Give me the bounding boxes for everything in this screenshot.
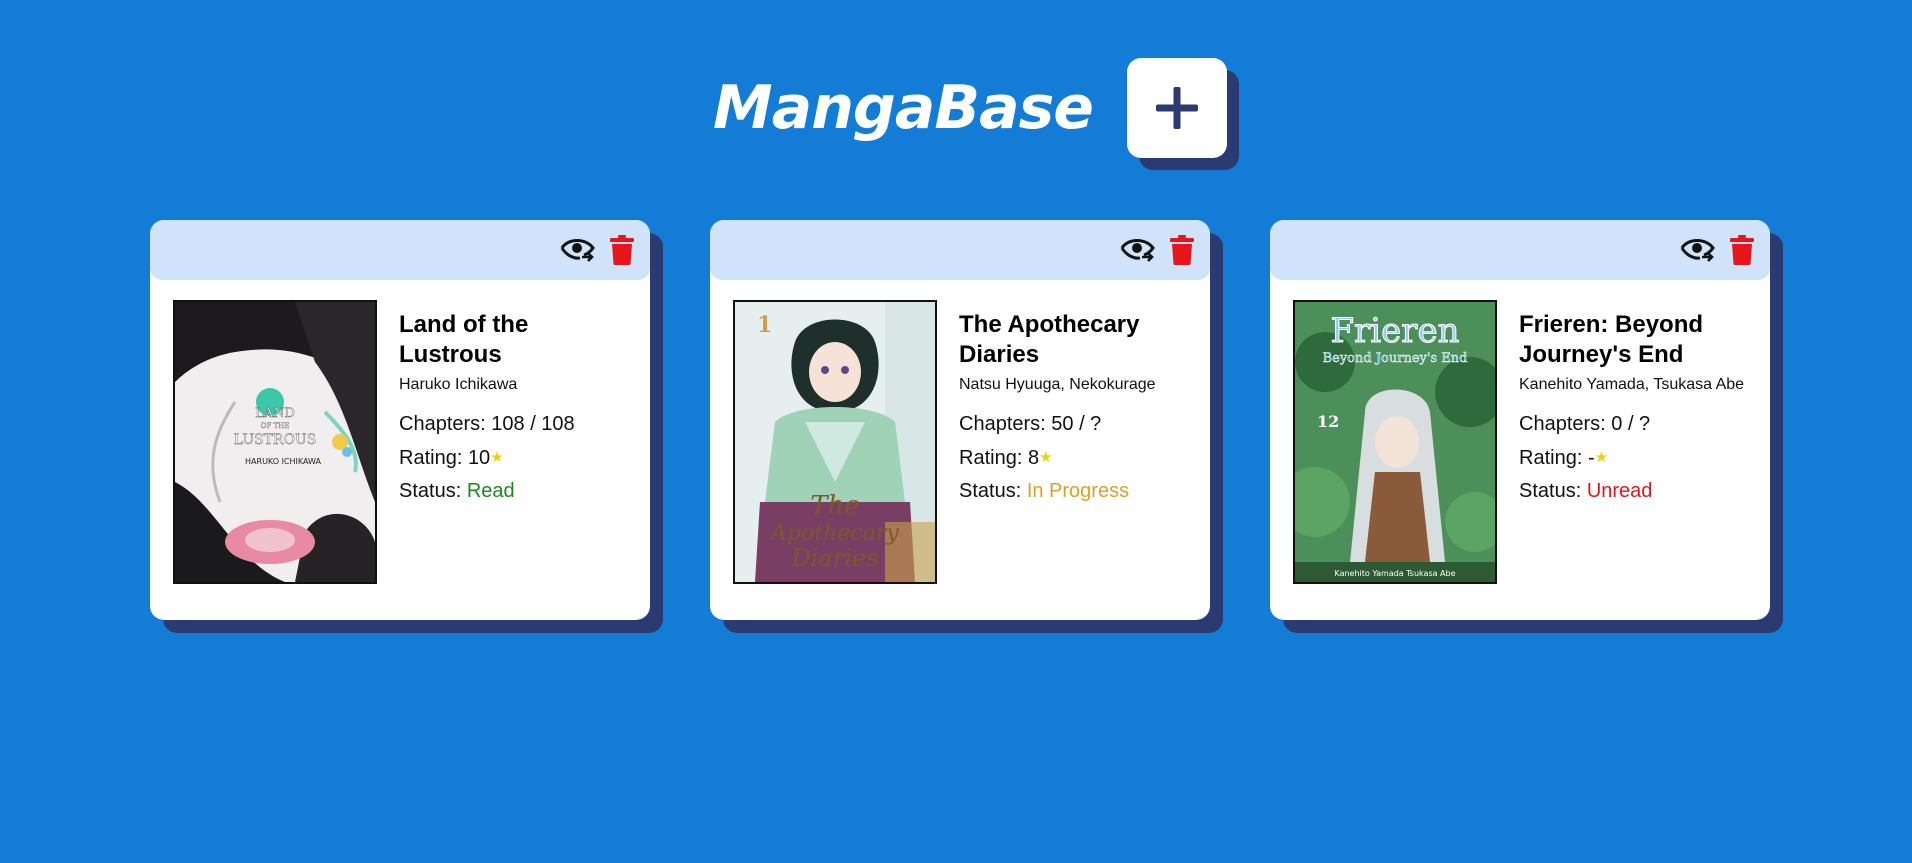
plus-icon [1155,87,1198,129]
card-toolbar [150,220,650,280]
view-button[interactable] [560,235,596,265]
cover-volume-text: 1 [757,312,772,338]
cover-image: LAND OF THE LUSTROUS HARUKO ICHIKAWA [173,300,377,584]
chapters-text: Chapters: 0 / ? [1519,413,1651,435]
manga-card: 1 The Apothecary Diaries The Apothecary … [710,220,1210,620]
svg-text:Diaries: Diaries [791,544,879,572]
svg-text:Apothecary: Apothecary [769,521,899,546]
delete-button[interactable] [1730,235,1754,265]
app-header: MangaBase [0,58,1912,158]
star-icon: ★ [490,449,504,466]
star-icon: ★ [1594,449,1609,466]
chapters-text: Chapters: 108 / 108 [399,413,575,435]
view-button[interactable] [1120,235,1156,265]
rating-text: Rating: 10★ [399,447,504,469]
delete-button[interactable] [610,235,634,265]
svg-text:The: The [810,491,859,521]
status-value: Read [466,480,515,502]
rating-text: Rating: 8★ [959,447,1053,469]
svg-text:Beyond Journey's End: Beyond Journey's End [1323,351,1468,366]
manga-title: Frieren: Beyond Journey's End [1519,311,1704,368]
manga-authors: Haruko Ichikawa [399,376,518,393]
manga-card: LAND OF THE LUSTROUS HARUKO ICHIKAWA Lan… [150,220,650,620]
rating-text: Rating: -★ [1519,447,1609,469]
status-text: Status: Read [399,480,515,502]
app-title: MangaBase [713,73,1094,143]
add-manga-button[interactable] [1126,58,1227,158]
eye-icon [560,239,595,262]
trash-icon [1170,235,1194,265]
delete-button[interactable] [1170,235,1194,265]
svg-text:HARUKO ICHIKAWA: HARUKO ICHIKAWA [245,457,321,466]
cover-image: 1 The Apothecary Diaries [733,300,937,584]
chapters-text: Chapters: 50 / ? [959,413,1102,435]
status-text: Status: Unread [1519,480,1653,502]
status-value: In Progress [1026,480,1130,502]
cover-volume-text: 12 [1317,412,1339,431]
status-text: Status: In Progress [959,480,1130,502]
trash-icon [1730,235,1754,265]
manga-title: Land of the Lustrous [399,311,529,368]
manga-title: The Apothecary Diaries [959,311,1140,368]
status-value: Unread [1586,480,1653,502]
svg-text:OF THE: OF THE [261,422,290,430]
eye-icon [1120,239,1155,262]
svg-text:LUSTROUS: LUSTROUS [234,432,317,448]
trash-icon [610,235,634,265]
cover-image: Frieren Beyond Journey's End 12 Kanehito… [1293,300,1497,584]
svg-text:Kanehito Yamada Tsukasa Abe: Kanehito Yamada Tsukasa Abe [1334,569,1455,578]
eye-icon [1680,239,1715,262]
manga-card: Frieren Beyond Journey's End 12 Kanehito… [1270,220,1770,620]
manga-authors: Kanehito Yamada, Tsukasa Abe [1519,376,1745,393]
manga-list: LAND OF THE LUSTROUS HARUKO ICHIKAWA Lan… [150,220,1770,620]
view-button[interactable] [1680,235,1716,265]
star-icon: ★ [1039,449,1053,466]
cover-title-text: LAND [255,406,295,421]
manga-authors: Natsu Hyuuga, Nekokurage [959,376,1156,393]
cover-title-text: Frieren [1330,311,1459,351]
card-toolbar [710,220,1210,280]
card-toolbar [1270,220,1770,280]
